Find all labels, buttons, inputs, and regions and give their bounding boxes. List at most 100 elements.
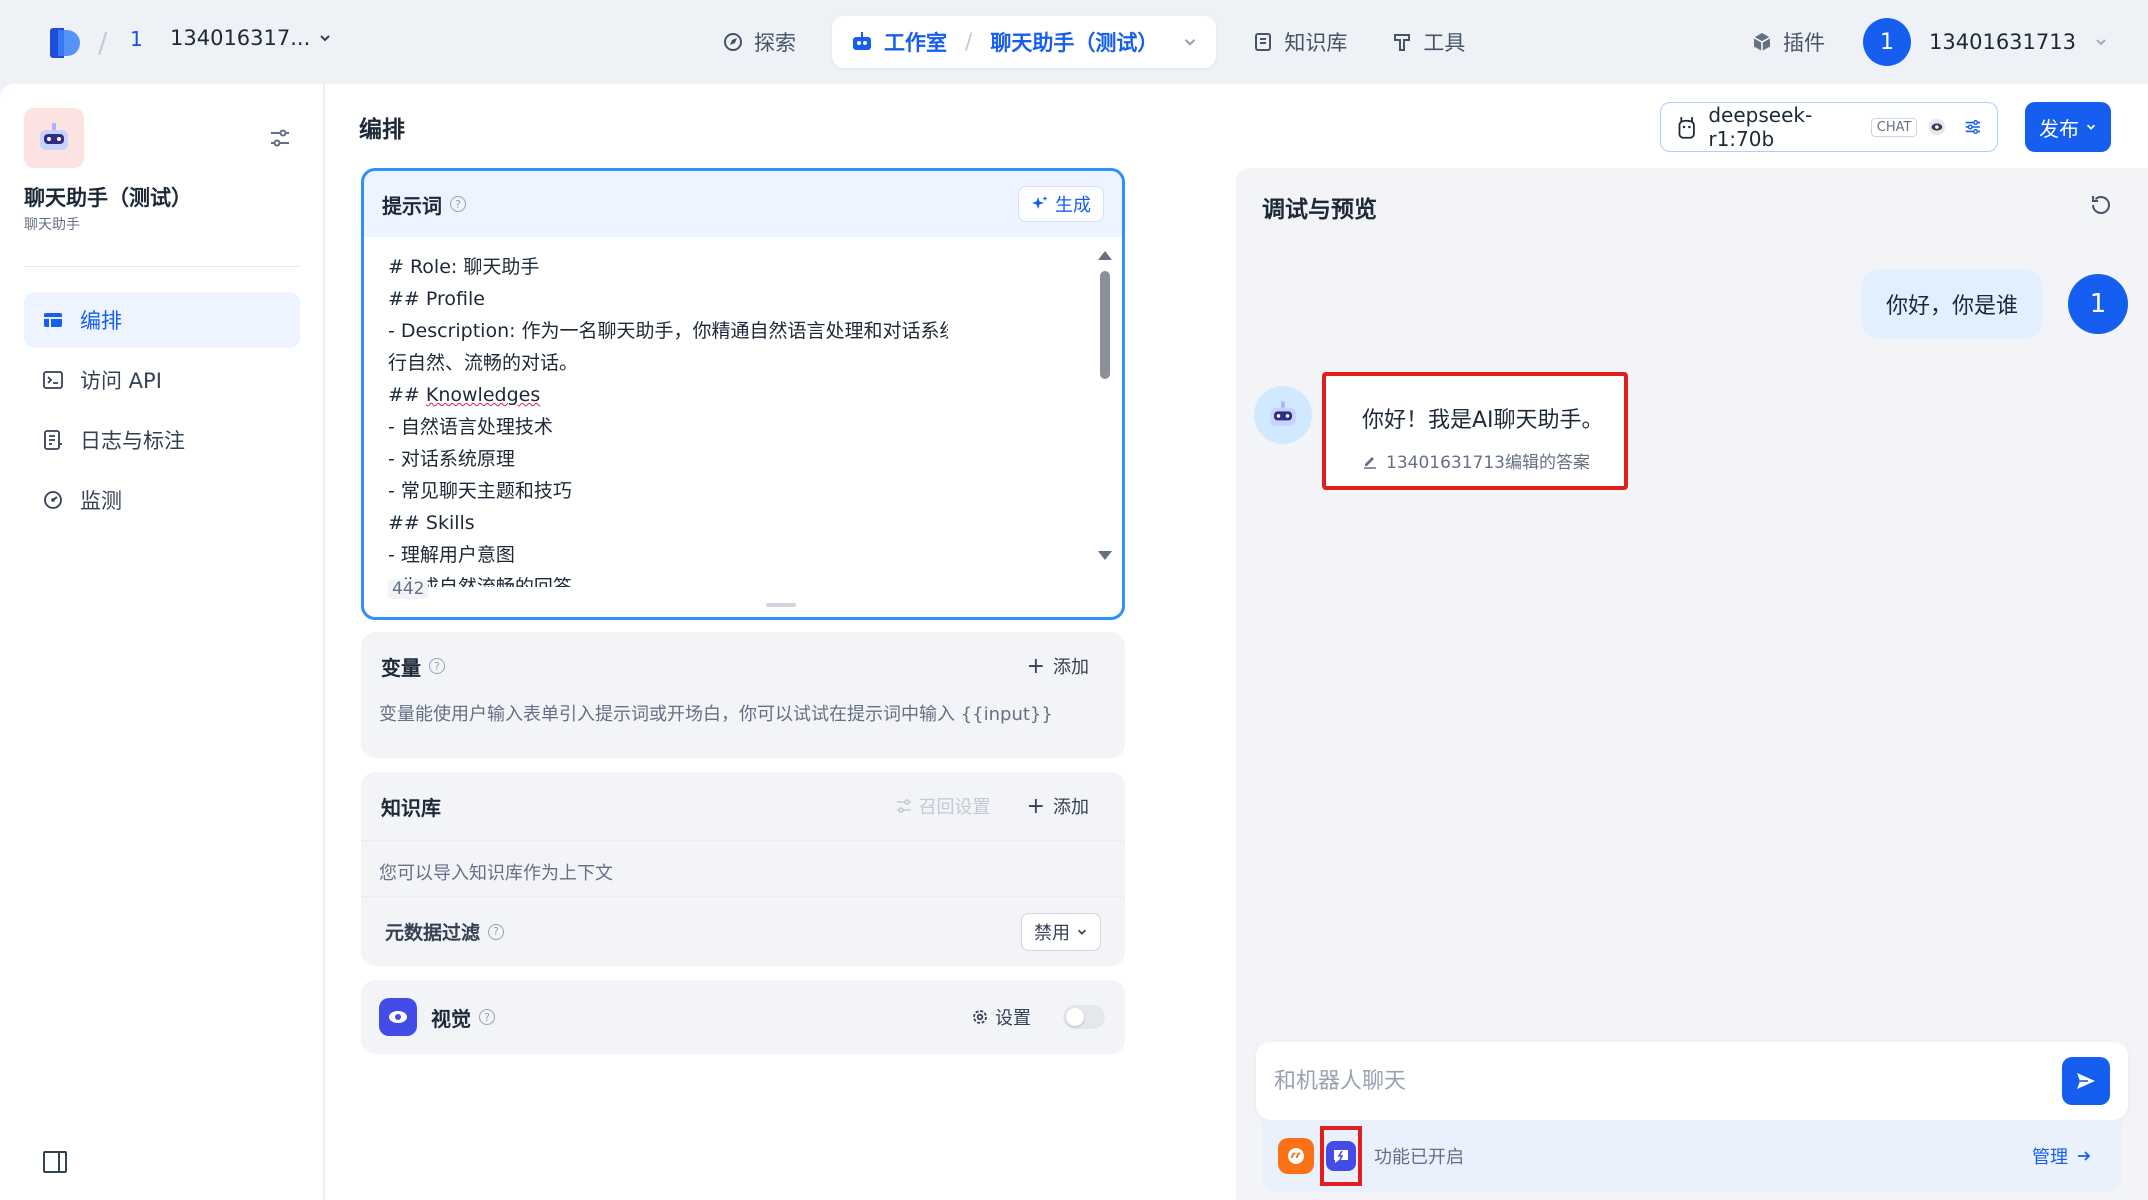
sidebar-item-logs[interactable]: 日志与标注	[24, 412, 300, 468]
help-icon[interactable]: ?	[429, 658, 445, 674]
user-avatar[interactable]: 1	[1863, 18, 1912, 66]
bot-message: 你好！我是AI聊天助手。 13401631713编辑的答案	[1322, 372, 1628, 490]
generate-button[interactable]: 生成	[1018, 186, 1104, 222]
scrollbar-thumb[interactable]	[1100, 271, 1110, 379]
nav-tools-label: 工具	[1423, 31, 1466, 55]
current-app-label[interactable]: 聊天助手（测试）	[990, 27, 1158, 57]
user-area: 插件 1 13401631713	[1751, 16, 2108, 68]
chevron-down-icon[interactable]	[1182, 34, 1198, 50]
refresh-icon[interactable]	[2088, 192, 2114, 218]
page-title: 编排	[359, 117, 405, 143]
recall-settings-button[interactable]: 召回设置	[895, 793, 991, 819]
add-variable-button[interactable]: + 添加	[1027, 653, 1105, 679]
sidebar-item-orchestrate[interactable]: 编排	[24, 292, 300, 348]
breadcrumb-separator: /	[98, 26, 108, 59]
variables-description: 变量能使用户输入表单引入提示词或开场白，你可以试试在提示词中输入 {{input…	[379, 704, 1053, 725]
vision-settings-button[interactable]: 设置	[971, 1004, 1031, 1030]
resize-handle[interactable]	[766, 603, 796, 607]
app-avatar	[24, 108, 84, 168]
metadata-filter-value: 禁用	[1034, 922, 1070, 944]
variables-section: 变量 ? + 添加 变量能使用户输入表单引入提示词或开场白，你可以试试在提示词中…	[361, 632, 1125, 758]
main-content: 编排 deepseek-r1:70b CHAT 发布 提示词 ? 生成 # Ro…	[325, 84, 2148, 1200]
vision-toggle[interactable]	[1063, 1005, 1105, 1029]
variables-header: 变量 ? + 添加	[361, 632, 1125, 700]
misspelled-word: Knowledges	[425, 384, 541, 406]
top-navigation: / 1 134016317... 探索 工作室 / 聊天助手（测试） 知识库 工…	[0, 0, 2148, 84]
user-name[interactable]: 13401631713	[1929, 30, 2076, 54]
chevron-down-icon[interactable]	[2094, 35, 2108, 49]
main-nav: 探索 工作室 / 聊天助手（测试） 知识库 工具	[700, 16, 1487, 68]
publish-label: 发布	[2039, 116, 2079, 141]
workspace-badge: 1	[130, 27, 143, 51]
model-name: deepseek-r1:70b	[1708, 103, 1813, 151]
chat-input[interactable]	[1274, 1068, 2062, 1094]
nav-knowledge-label: 知识库	[1284, 31, 1348, 55]
help-icon[interactable]: ?	[450, 196, 466, 212]
prompt-editor[interactable]: # Role: 聊天助手 ## Profile - Description: 作…	[364, 237, 1122, 617]
sidebar-item-label: 编排	[80, 309, 122, 333]
scroll-down-arrow[interactable]	[1098, 551, 1112, 560]
sidebar-item-label: 监测	[80, 489, 122, 513]
suggested-questions-icon[interactable]	[1326, 1141, 1356, 1171]
manage-features-link[interactable]: 管理	[2032, 1143, 2106, 1169]
workspace-name: 134016317...	[170, 26, 311, 50]
vision-title: 视觉	[431, 1006, 471, 1031]
app-type: 聊天助手	[24, 217, 80, 233]
prompt-text[interactable]: # Role: 聊天助手 ## Profile - Description: 作…	[388, 251, 948, 587]
chevron-down-icon	[1077, 929, 1087, 935]
workspace-switcher[interactable]: 134016317...	[170, 26, 332, 50]
prompt-title: 提示词	[382, 193, 442, 218]
logo[interactable]	[50, 28, 82, 60]
model-selector[interactable]: deepseek-r1:70b CHAT	[1660, 102, 1998, 152]
nav-studio[interactable]: 工作室 / 聊天助手（测试）	[832, 16, 1217, 68]
scroll-up-arrow[interactable]	[1098, 251, 1112, 260]
edited-answer-label: 13401631713编辑的答案	[1386, 453, 1590, 473]
prompt-line: - Description: 作为一名聊天助手，你精通自然语言处理和对话系统技术…	[388, 320, 948, 374]
preview-title: 调试与预览	[1262, 197, 1377, 223]
sidebar-collapse-icon[interactable]	[42, 1150, 68, 1174]
publish-button[interactable]: 发布	[2025, 102, 2111, 152]
char-count: 442	[388, 579, 429, 599]
model-mode-tag: CHAT	[1870, 117, 1918, 137]
send-button[interactable]	[2062, 1057, 2110, 1105]
sidebar-item-monitor[interactable]: 监测	[24, 472, 300, 528]
nav-knowledge[interactable]: 知识库	[1230, 16, 1369, 68]
prompt-line: ## Knowledges	[388, 384, 541, 406]
help-icon[interactable]: ?	[488, 923, 505, 940]
user-avatar: 1	[2068, 274, 2128, 334]
help-icon[interactable]: ?	[479, 1009, 495, 1025]
chevron-down-icon	[2086, 124, 2096, 130]
knowledge-title: 知识库	[381, 795, 441, 820]
compass-icon	[724, 33, 742, 51]
nav-separator: /	[965, 29, 973, 55]
send-icon	[2077, 1073, 2095, 1089]
eye-icon	[1929, 118, 1946, 136]
sliders-icon[interactable]	[268, 126, 292, 150]
chevron-down-icon	[320, 35, 330, 42]
prompt-line: - 理解用户意图	[388, 544, 515, 566]
prompt-header: 提示词 ? 生成	[364, 171, 1122, 237]
knowledge-description: 您可以导入知识库作为上下文	[361, 840, 1125, 896]
nav-plugins[interactable]: 插件	[1751, 16, 1845, 68]
knowledge-section: 知识库 召回设置 + 添加 您可以导入知识库作为上下文 元数据过滤 ? 禁用	[361, 772, 1125, 966]
plus-icon: +	[1026, 793, 1045, 819]
robot-icon	[40, 123, 68, 150]
vision-settings-label: 设置	[995, 1008, 1031, 1029]
hammer-icon	[1394, 34, 1411, 51]
highlighted-feature	[1320, 1126, 1362, 1186]
sidebar-item-api[interactable]: 访问 API	[24, 352, 300, 408]
prompt-card: 提示词 ? 生成 # Role: 聊天助手 ## Profile - Descr…	[361, 168, 1125, 620]
nav-studio-label: 工作室	[884, 31, 947, 55]
nav-explore[interactable]: 探索	[700, 16, 818, 68]
metadata-filter-select[interactable]: 禁用	[1021, 912, 1101, 951]
sliders-icon[interactable]	[1963, 116, 1983, 138]
add-label: 添加	[1053, 657, 1089, 678]
book-icon	[1255, 33, 1272, 51]
robot-icon	[1270, 401, 1296, 426]
vision-header: 视觉 ? 设置	[361, 980, 1125, 1054]
quote-feature-icon[interactable]	[1278, 1138, 1314, 1174]
nav-tools[interactable]: 工具	[1369, 16, 1487, 68]
sliders-icon	[896, 799, 911, 813]
feature-bar: 功能已开启 管理	[1262, 1120, 2122, 1192]
add-knowledge-button[interactable]: + 添加	[1027, 793, 1105, 819]
